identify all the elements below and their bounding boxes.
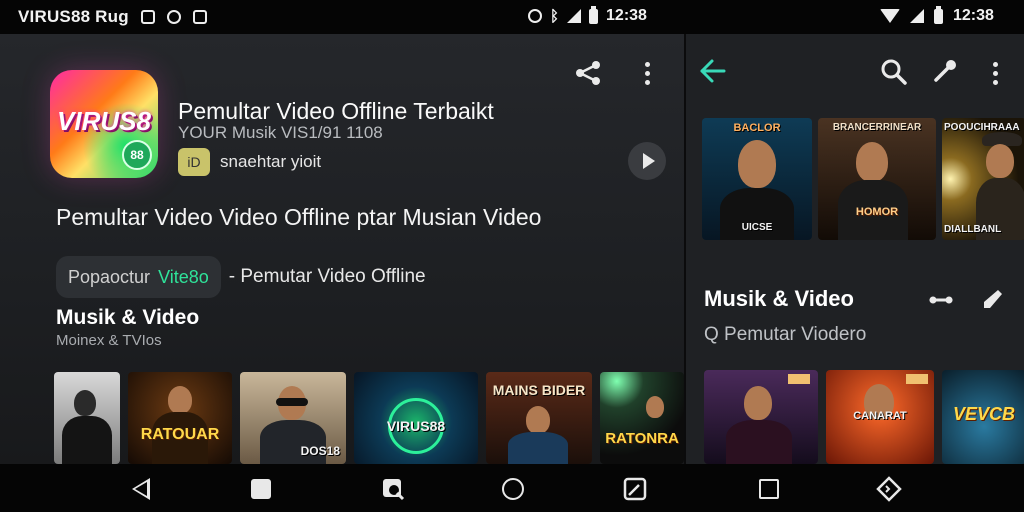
share-icon[interactable]: [574, 60, 602, 86]
assistant-icon: [383, 479, 405, 501]
developer-name: snaehtar yioit: [220, 152, 322, 171]
navigation-bar: [0, 464, 1024, 512]
battery-icon: [589, 5, 599, 24]
play-button[interactable]: [628, 142, 666, 180]
home-icon: [502, 478, 524, 500]
app-icon-badge: 88: [122, 140, 152, 170]
thumbnail-1[interactable]: [54, 372, 120, 464]
headline: Pemultar Video Video Offline ptar Musian…: [56, 204, 542, 230]
more-options-icon-right[interactable]: [990, 60, 1000, 86]
nav-cast-button[interactable]: [622, 476, 648, 502]
app-icon-text: VIRUS8: [57, 106, 151, 136]
alarm-icon: [528, 9, 542, 23]
app-icon[interactable]: VIRUS8 88: [50, 70, 158, 178]
chip-accent: Vite8o: [158, 266, 209, 287]
shuffle-icon[interactable]: [928, 288, 954, 312]
video-thumb-2[interactable]: CANARAT: [826, 370, 934, 464]
right-section-subtitle: Q Pemutar Viodero: [704, 324, 867, 345]
signal-icon: [567, 9, 582, 23]
nav-assistant-button[interactable]: [380, 476, 406, 502]
overview-icon: [759, 479, 779, 499]
search-icon[interactable]: [880, 58, 908, 86]
poster-2[interactable]: BRANCERRINEAR HOMOR: [818, 118, 936, 240]
notification-icon: [140, 10, 155, 24]
app-title: Pemultar Video Offline Terbaikt: [178, 98, 494, 124]
wifi-icon: [880, 9, 900, 23]
status-time-right: 12:38: [953, 7, 994, 24]
app-subtitle: YOUR Musik VIS1/91 1108: [178, 123, 383, 142]
thumbnail-row: RATOUAR DOS18 VIRUS88 MAINS BIDER RATONR…: [54, 372, 684, 464]
poster-3-caption: DIALLBANL: [944, 224, 1002, 235]
section-subtitle: Moinex & TVIos: [56, 332, 162, 349]
pencil-icon[interactable]: [980, 286, 1006, 312]
app-detail-pane: VIRUS8 88 Pemultar Video Offline Terbaik…: [0, 34, 684, 464]
right-section-title: Musik & Video: [704, 286, 854, 311]
thumbnail-2-label: RATOUAR: [140, 426, 220, 443]
bottom-thumbnail-row: CANARAT VEVCB: [704, 370, 1024, 464]
category-row: Popaoctur Vite8o - Pemutar Video Offline: [56, 256, 426, 298]
video-thumb-1[interactable]: [704, 370, 818, 464]
thumbnail-6-label: RATONRA: [605, 430, 679, 447]
developer-row[interactable]: iD snaehtar yioit: [178, 148, 321, 176]
shield-icon: [192, 10, 207, 24]
thumbnail-3-label: DOS18: [300, 444, 340, 458]
developer-badge: iD: [178, 148, 210, 176]
video-thumb-2-label: CANARAT: [853, 410, 907, 422]
nav-back-button[interactable]: [128, 476, 154, 502]
section-title: Musik & Video: [56, 306, 200, 329]
more-options-icon[interactable]: [642, 60, 652, 86]
edit-icon[interactable]: [932, 58, 958, 84]
chip-description: - Pemutar Video Offline: [228, 266, 426, 287]
poster-3[interactable]: POOUCIHRAAA DIALLBANL: [942, 118, 1024, 240]
thumbnail-2[interactable]: RATOUAR: [128, 372, 232, 464]
poster-2-caption: HOMOR: [855, 206, 899, 218]
poster-1-title: BACLOR: [733, 122, 781, 134]
top-thumbnail-row: BACLOR UICSE BRANCERRINEAR HOMOR POOUCIH…: [702, 118, 1024, 240]
recents-icon: [251, 479, 271, 499]
thumbnail-4-label: VIRUS88: [386, 418, 446, 434]
video-thumb-3[interactable]: VEVCB: [942, 370, 1024, 464]
poster-1[interactable]: BACLOR UICSE: [702, 118, 812, 240]
rotate-icon: [876, 476, 902, 502]
camera-icon: [166, 10, 181, 24]
back-icon: [132, 478, 150, 500]
play-icon: [642, 153, 655, 169]
thumbnail-3[interactable]: DOS18: [240, 372, 346, 464]
thumbnail-5[interactable]: MAINS BIDER: [486, 372, 592, 464]
nav-recents-button[interactable]: [248, 476, 274, 502]
chip-prefix: Popaoctur: [68, 266, 151, 287]
status-bar: VIRUS88 Rug ᛒ 12:38 12:38: [0, 0, 1024, 34]
status-time-left: 12:38: [606, 7, 647, 24]
nav-home-button[interactable]: [500, 476, 526, 502]
category-chip[interactable]: Popaoctur Vite8o: [56, 256, 221, 298]
video-thumb-3-label: VEVCB: [952, 404, 1015, 424]
poster-1-caption: UICSE: [741, 222, 773, 233]
nav-rotate-button[interactable]: [876, 476, 902, 502]
thumbnail-6[interactable]: RATONRA: [600, 372, 684, 464]
media-browser-pane: BACLOR UICSE BRANCERRINEAR HOMOR POOUCIH…: [686, 34, 1024, 464]
cast-icon: [623, 477, 647, 501]
bluetooth-icon: ᛒ: [550, 7, 560, 25]
poster-3-title: POOUCIHRAAA: [944, 122, 1020, 133]
thumbnail-4[interactable]: VIRUS88: [354, 372, 478, 464]
poster-2-title: BRANCERRINEAR: [832, 122, 922, 133]
back-arrow-icon[interactable]: [698, 56, 728, 86]
nav-overview-button[interactable]: [756, 476, 782, 502]
signal-icon-right: [910, 9, 924, 23]
battery-icon-right: [934, 5, 943, 24]
thumbnail-5-label: MAINS BIDER: [492, 382, 586, 398]
status-app-label: VIRUS88 Rug: [18, 7, 129, 26]
